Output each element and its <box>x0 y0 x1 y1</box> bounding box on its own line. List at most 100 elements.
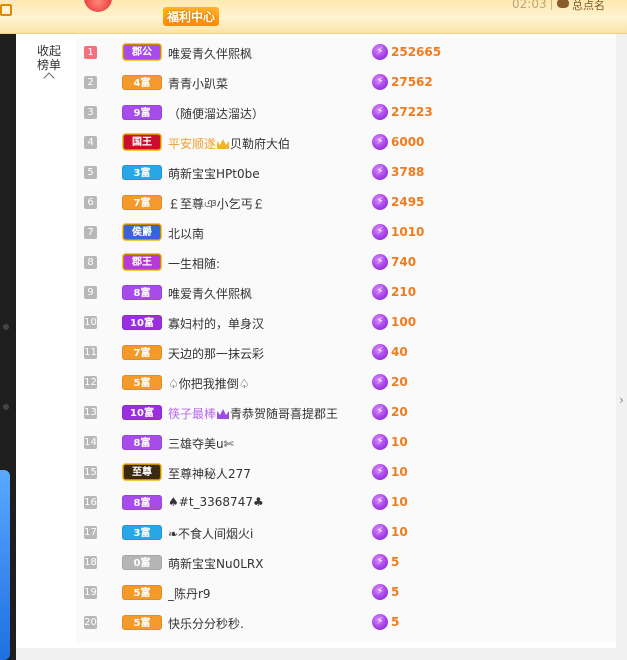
user-name[interactable]: 至尊神秘人277 <box>168 465 251 482</box>
list-item[interactable]: 3 9富 （随便溜达溜达） ⚡ 27223 <box>76 97 616 127</box>
user-name[interactable]: 快乐分分秒秒. <box>168 615 244 632</box>
level-badge: 至尊 <box>122 463 162 481</box>
user-name[interactable]: 萌新宝宝Nu0LRX <box>168 555 263 572</box>
rank-number: 15 <box>84 466 97 479</box>
user-name[interactable]: 北以南 <box>168 225 204 242</box>
collapse-ranking-button[interactable]: 收起 榜单 <box>34 44 64 84</box>
rank-number: 4 <box>84 136 97 149</box>
lightning-coin-icon: ⚡ <box>372 404 388 420</box>
list-item[interactable]: 4 国王 平安顺遂 贝勒府大伯 ⚡ 6000 <box>76 127 616 157</box>
list-item[interactable]: 1 郡公 唯爱青久伴熙枫 ⚡ 252665 <box>76 37 616 67</box>
hud-bag-icon <box>557 0 569 8</box>
user-name[interactable]: ❧不食人间烟火i <box>168 525 253 542</box>
right-scroll-strip[interactable] <box>616 34 627 660</box>
level-badge: 3富 <box>122 525 162 540</box>
rank-number: 2 <box>84 76 97 89</box>
lightning-coin-icon: ⚡ <box>372 254 388 270</box>
list-item[interactable]: 11 7富 天边的那一抹云彩 ⚡ 40 <box>76 337 616 367</box>
user-name-highlight: 筷子最棒 <box>168 407 217 421</box>
lightning-coin-icon: ⚡ <box>372 344 388 360</box>
contribution-score: 20 <box>391 375 408 389</box>
list-item[interactable]: 18 0富 萌新宝宝Nu0LRX ⚡ 5 <box>76 547 616 577</box>
user-name[interactable]: 平安顺遂 贝勒府大伯 <box>168 135 290 152</box>
list-item[interactable]: 19 5富 _陈丹r9 ⚡ 5 <box>76 577 616 607</box>
list-item[interactable]: 10 10富 寡妇村的，单身汉 ⚡ 100 <box>76 307 616 337</box>
user-name[interactable]: 天边的那一抹云彩 <box>168 345 264 362</box>
user-name[interactable]: 萌新宝宝HPt0be <box>168 165 260 182</box>
contribution-score: 27562 <box>391 75 433 89</box>
list-item[interactable]: 6 7富 ￡至尊ঞ小乞丐￡ ⚡ 2495 <box>76 187 616 217</box>
rank-number: 9 <box>84 286 97 299</box>
list-item[interactable]: 13 10富 筷子最棒 青恭贺随哥喜提郡王 ⚡ 20 <box>76 397 616 427</box>
user-name[interactable]: 唯爱青久伴熙枫 <box>168 285 252 302</box>
user-name[interactable]: 唯爱青久伴熙枫 <box>168 45 252 62</box>
lightning-coin-icon: ⚡ <box>372 104 388 120</box>
hud-divider <box>551 0 552 10</box>
corner-icon[interactable] <box>0 4 12 16</box>
lightning-coin-icon: ⚡ <box>372 524 388 540</box>
user-name[interactable]: _陈丹r9 <box>168 585 211 602</box>
user-name[interactable]: 寡妇村的，单身汉 <box>168 315 264 332</box>
level-badge: 8富 <box>122 435 162 450</box>
contribution-score: 3788 <box>391 165 425 179</box>
level-badge: 5富 <box>122 375 162 390</box>
left-side-panel-tab[interactable] <box>0 470 10 660</box>
rank-number: 10 <box>84 316 97 329</box>
user-name[interactable]: 三雄夺美u✄ <box>168 435 234 452</box>
user-name[interactable]: ♤你把我推倒♤ <box>168 375 250 392</box>
contribution-score: 40 <box>391 345 408 359</box>
lightning-coin-icon: ⚡ <box>372 164 388 180</box>
hud-number: 02:03 <box>512 0 547 11</box>
level-badge: 7富 <box>122 345 162 360</box>
list-item[interactable]: 15 至尊 至尊神秘人277 ⚡ 10 <box>76 457 616 487</box>
lightning-coin-icon: ⚡ <box>372 614 388 630</box>
list-item[interactable]: 14 8富 三雄夺美u✄ ⚡ 10 <box>76 427 616 457</box>
panel-footer <box>16 648 616 660</box>
list-item[interactable]: 12 5富 ♤你把我推倒♤ ⚡ 20 <box>76 367 616 397</box>
crown-icon <box>217 139 230 149</box>
level-badge: 3富 <box>122 165 162 180</box>
lightning-coin-icon: ⚡ <box>372 134 388 150</box>
user-name[interactable]: 一生相随: <box>168 255 220 272</box>
gift-emblem-icon[interactable] <box>84 0 112 12</box>
list-item[interactable]: 2 4富 青青小趴菜 ⚡ 27562 <box>76 67 616 97</box>
level-badge: 8富 <box>122 495 162 510</box>
lightning-coin-icon: ⚡ <box>372 224 388 240</box>
welfare-center-button[interactable]: 福利中心 <box>163 7 220 26</box>
lightning-coin-icon: ⚡ <box>372 494 388 510</box>
lightning-coin-icon: ⚡ <box>372 44 388 60</box>
chevron-up-icon <box>43 72 55 84</box>
user-name[interactable]: 青青小趴菜 <box>168 75 228 92</box>
list-item[interactable]: 8 郡王 一生相随: ⚡ 740 <box>76 247 616 277</box>
rank-number: 5 <box>84 166 97 179</box>
rank-number: 16 <box>84 496 97 509</box>
level-badge: 侯爵 <box>122 223 162 241</box>
rank-number: 12 <box>84 376 97 389</box>
list-item[interactable]: 20 5富 快乐分分秒秒. ⚡ 5 <box>76 607 616 637</box>
rank-number: 19 <box>84 586 97 599</box>
level-badge: 5富 <box>122 585 162 600</box>
chevron-right-icon[interactable]: › <box>616 392 627 408</box>
user-name[interactable]: 筷子最棒 青恭贺随哥喜提郡王 <box>168 405 338 422</box>
contribution-score: 5 <box>391 585 400 599</box>
user-name[interactable]: ♠#t_3368747♣ <box>168 495 264 509</box>
contribution-score: 10 <box>391 525 408 539</box>
level-badge: 10富 <box>122 315 162 330</box>
user-name[interactable]: ￡至尊ঞ小乞丐￡ <box>168 195 265 216</box>
ranking-panel: ? 收起 榜单 1郡公唯爱青久伴熙枫⚡25266524富青青小趴菜⚡275623… <box>16 34 616 660</box>
rank-number: 13 <box>84 406 97 419</box>
user-name-highlight: 平安顺遂 <box>168 137 217 151</box>
top-banner: 福利中心 02:03 总点名 <box>0 0 627 34</box>
rank-number: 8 <box>84 256 97 269</box>
level-badge: 4富 <box>122 75 162 90</box>
list-item[interactable]: 16 8富 ♠#t_3368747♣ ⚡ 10 <box>76 487 616 517</box>
contribution-score: 10 <box>391 465 408 479</box>
list-item[interactable]: 9 8富 唯爱青久伴熙枫 ⚡ 210 <box>76 277 616 307</box>
level-badge: 8富 <box>122 285 162 300</box>
list-item[interactable]: 17 3富 ❧不食人间烟火i ⚡ 10 <box>76 517 616 547</box>
list-item[interactable]: 7 侯爵 北以南 ⚡ 1010 <box>76 217 616 247</box>
rank-number: 20 <box>84 616 97 629</box>
user-name[interactable]: （随便溜达溜达） <box>168 105 264 122</box>
list-item[interactable]: 5 3富 萌新宝宝HPt0be ⚡ 3788 <box>76 157 616 187</box>
collapse-label-1: 收起 <box>36 44 61 58</box>
